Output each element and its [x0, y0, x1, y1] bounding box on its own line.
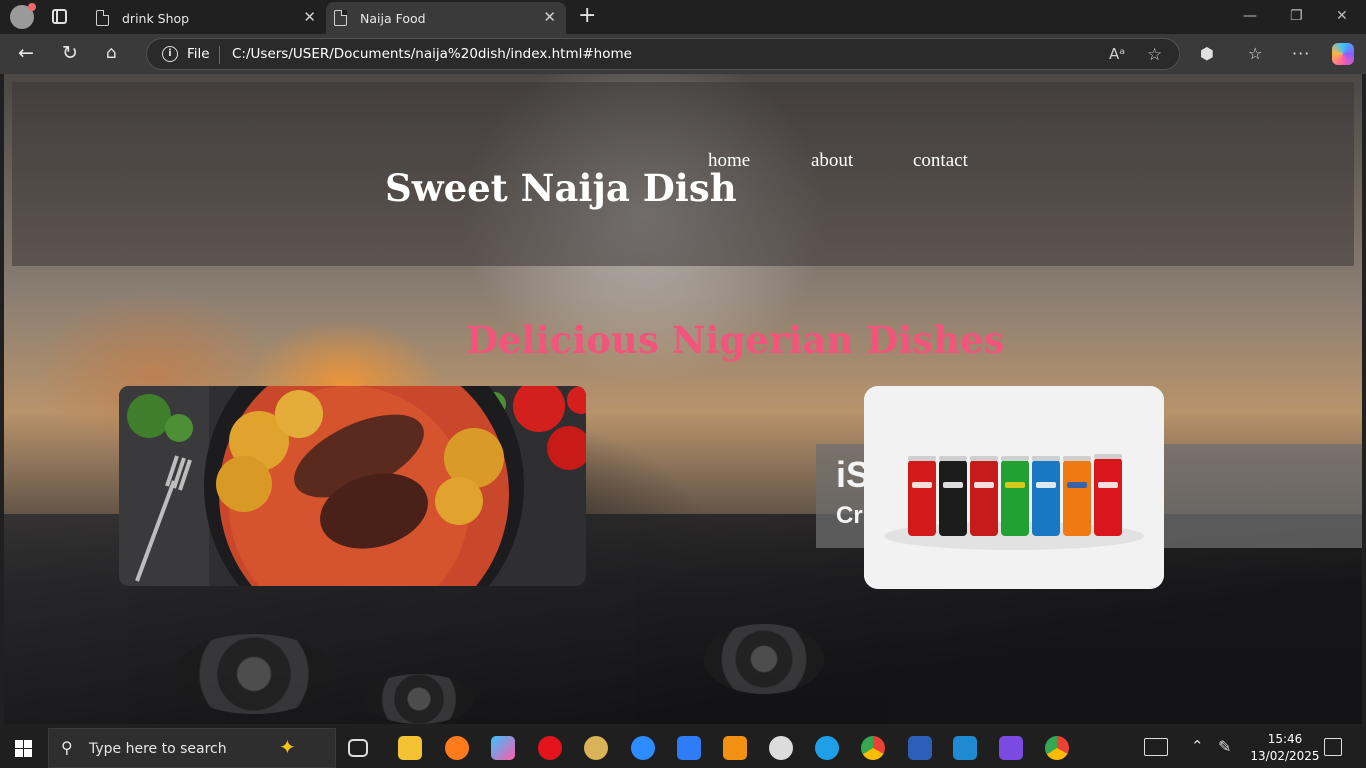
windows-start-icon[interactable] [15, 740, 32, 757]
address-bar[interactable]: i File C:/Users/USER/Documents/naija%20d… [146, 38, 1180, 70]
search-placeholder: Type here to search [89, 741, 227, 757]
tab-drink-shop[interactable]: drink Shop ✕ [88, 2, 326, 34]
copilot-icon[interactable] [1332, 43, 1354, 65]
notifications-icon[interactable] [1324, 738, 1342, 756]
tab-actions-icon[interactable] [52, 9, 67, 24]
chrome-icon[interactable] [861, 736, 885, 760]
taskbar-clock[interactable]: 15:46 13/02/2025 [1250, 731, 1320, 765]
favorite-star-icon[interactable]: ☆ [1147, 45, 1162, 65]
copilot-app-icon[interactable] [491, 736, 515, 760]
extensions-icon[interactable]: ⬢ [1200, 44, 1214, 63]
page-icon [96, 10, 109, 26]
more-menu-icon[interactable]: ··· [1292, 44, 1310, 63]
task-view-icon[interactable] [348, 739, 368, 757]
file-explorer-icon[interactable] [398, 736, 422, 760]
keyboard-icon[interactable] [1144, 738, 1168, 756]
search-icon: ⚲ [61, 738, 73, 757]
minimize-button[interactable]: — [1243, 8, 1257, 24]
home-icon[interactable]: ⌂ [106, 42, 117, 64]
url-text[interactable]: C:/Users/USER/Documents/naija%20dish/ind… [232, 46, 632, 62]
site-title: Sweet Naija Dish [385, 166, 737, 210]
word-icon[interactable] [908, 736, 932, 760]
chevron-up-icon[interactable]: ⌃ [1191, 737, 1204, 755]
tab-bar: drink Shop ✕ Naija Food ✕ + — ❐ ✕ [0, 0, 1366, 34]
css3-icon[interactable] [677, 736, 701, 760]
navigation-bar: ← ↻ ⌂ i File C:/Users/USER/Documents/nai… [0, 34, 1366, 74]
zoom-icon[interactable] [631, 736, 655, 760]
edge-icon[interactable] [815, 736, 839, 760]
taskbar-search-box[interactable]: ⚲ Type here to search ✦ [48, 728, 336, 768]
grammarly-icon[interactable] [999, 736, 1023, 760]
page-viewport: Sweet Naija Dish home about contact Deli… [4, 74, 1362, 724]
pen-icon[interactable]: ✎ [1218, 737, 1231, 756]
restore-button[interactable]: ❐ [1290, 8, 1303, 24]
ad-partial-text: Cr [836, 502, 863, 529]
clock-time: 15:46 [1267, 732, 1303, 746]
back-arrow-icon[interactable]: ← [18, 42, 34, 64]
close-tab-icon[interactable]: ✕ [303, 9, 316, 25]
jollof-rice-image [119, 386, 586, 586]
nav-about-link[interactable]: about [811, 150, 853, 172]
ccleaner-icon[interactable] [769, 736, 793, 760]
vlc-icon[interactable] [723, 736, 747, 760]
site-header: Sweet Naija Dish home about contact [12, 82, 1354, 266]
close-tab-icon[interactable]: ✕ [543, 9, 556, 25]
chrome-profile-icon[interactable] [1045, 736, 1069, 760]
nav-contact-link[interactable]: contact [913, 150, 968, 172]
clock-date: 13/02/2025 [1250, 749, 1320, 763]
close-window-button[interactable]: ✕ [1336, 8, 1348, 24]
tab-title: Naija Food [360, 10, 426, 26]
profile-avatar[interactable] [10, 3, 36, 29]
tab-title: drink Shop [122, 10, 190, 26]
read-aloud-icon[interactable]: Aᵃ [1109, 45, 1125, 63]
paint-icon[interactable] [584, 736, 608, 760]
tab-naija-food[interactable]: Naija Food ✕ [326, 2, 566, 34]
nav-home-link[interactable]: home [708, 150, 750, 172]
opera-icon[interactable] [538, 736, 562, 760]
soft-drinks-image [864, 386, 1164, 589]
sparkle-icon: ✦ [279, 735, 296, 759]
taskbar: ⚲ Type here to search ✦ ⌃ ✎ 15:46 13/02/… [0, 728, 1366, 768]
vscode-icon[interactable] [953, 736, 977, 760]
new-tab-button[interactable]: + [578, 5, 596, 27]
hero-heading: Delicious Nigerian Dishes [466, 318, 1005, 362]
refresh-icon[interactable]: ↻ [62, 42, 78, 64]
site-info-icon[interactable]: i [162, 46, 178, 62]
divider [219, 46, 220, 64]
favorites-icon[interactable]: ☆ [1248, 44, 1262, 63]
page-icon [334, 10, 347, 26]
firefox-icon[interactable] [445, 736, 469, 760]
scheme-label: File [187, 46, 210, 62]
